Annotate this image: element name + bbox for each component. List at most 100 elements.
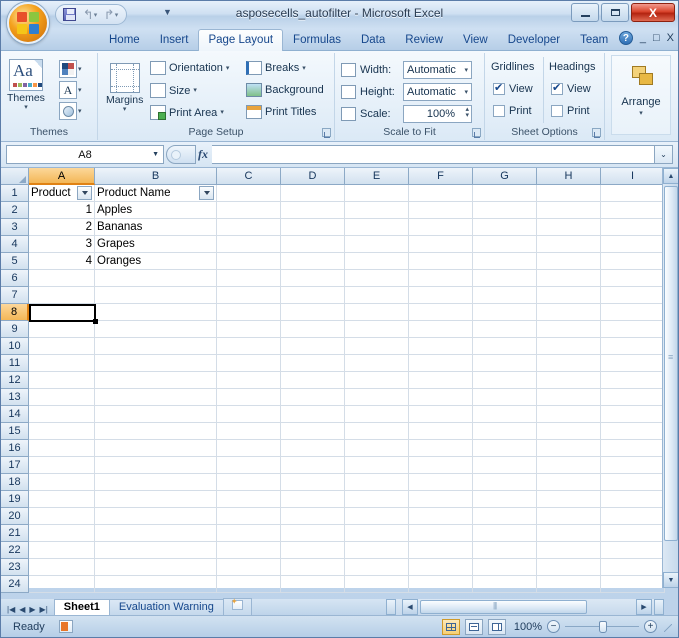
row-header-17[interactable]: 17	[1, 457, 29, 474]
row-header-13[interactable]: 13	[1, 389, 29, 406]
cell-C17[interactable]	[217, 457, 281, 474]
cell-B19[interactable]	[95, 491, 217, 508]
cell-C21[interactable]	[217, 525, 281, 542]
theme-effects-button[interactable]: ▾	[59, 102, 82, 120]
help-icon[interactable]: ?	[618, 31, 633, 45]
cell-I18[interactable]	[601, 474, 665, 491]
scale-to-fit-dialog-launcher[interactable]	[472, 128, 481, 138]
cell-B16[interactable]	[95, 440, 217, 457]
cell-I19[interactable]	[601, 491, 665, 508]
cell-G7[interactable]	[473, 287, 537, 304]
cell-D8[interactable]	[281, 304, 345, 321]
cell-E21[interactable]	[345, 525, 409, 542]
cell-B17[interactable]	[95, 457, 217, 474]
cell-G11[interactable]	[473, 355, 537, 372]
cell-B11[interactable]	[95, 355, 217, 372]
expand-formula-bar-button[interactable]: ⌄	[655, 145, 673, 164]
cell-F10[interactable]	[409, 338, 473, 355]
cell-A19[interactable]	[29, 491, 95, 508]
cell-G9[interactable]	[473, 321, 537, 338]
cell-G17[interactable]	[473, 457, 537, 474]
cell-D4[interactable]	[281, 236, 345, 253]
cell-I1[interactable]	[601, 185, 665, 202]
print-titles-button[interactable]: Print Titles	[246, 105, 316, 119]
cell-G6[interactable]	[473, 270, 537, 287]
page-setup-dialog-launcher[interactable]	[322, 128, 331, 138]
chevron-down-icon[interactable]: ▼	[152, 151, 159, 158]
cell-D3[interactable]	[281, 219, 345, 236]
row-header-8[interactable]: 8	[1, 304, 29, 321]
row-header-7[interactable]: 7	[1, 287, 29, 304]
office-orb-button[interactable]	[7, 2, 49, 44]
cell-C7[interactable]	[217, 287, 281, 304]
headings-view-checkbox[interactable]: View	[551, 81, 591, 95]
ribbon-restore-button[interactable]: □	[653, 32, 660, 44]
tab-view[interactable]: View	[453, 29, 498, 51]
cell-H20[interactable]	[537, 508, 601, 525]
cell-E7[interactable]	[345, 287, 409, 304]
row-header-20[interactable]: 20	[1, 508, 29, 525]
cell-F2[interactable]	[409, 202, 473, 219]
cell-E12[interactable]	[345, 372, 409, 389]
headings-print-checkbox[interactable]: Print	[551, 105, 590, 117]
tab-insert[interactable]: Insert	[150, 29, 199, 51]
theme-colors-button[interactable]: ▾	[59, 60, 82, 78]
name-box[interactable]: A8 ▼	[6, 145, 164, 164]
tab-review[interactable]: Review	[395, 29, 453, 51]
cell-A11[interactable]	[29, 355, 95, 372]
orientation-button[interactable]: Orientation ▾	[150, 61, 229, 75]
ribbon-close-button[interactable]: X	[667, 32, 674, 44]
cell-D16[interactable]	[281, 440, 345, 457]
cell-B21[interactable]	[95, 525, 217, 542]
cell-E16[interactable]	[345, 440, 409, 457]
sheet-tab-sheet1[interactable]: Sheet1	[53, 599, 110, 615]
tab-formulas[interactable]: Formulas	[283, 29, 351, 51]
scroll-up-button[interactable]: ▲	[663, 168, 678, 184]
cell-D7[interactable]	[281, 287, 345, 304]
row-header-4[interactable]: 4	[1, 236, 29, 253]
cell-G16[interactable]	[473, 440, 537, 457]
scale-spinner[interactable]: 100% ▴ ▾	[403, 105, 472, 123]
cell-B8[interactable]	[95, 304, 217, 321]
cell-A20[interactable]	[29, 508, 95, 525]
cell-G24[interactable]	[473, 576, 537, 593]
cell-A5[interactable]: 4	[29, 253, 95, 270]
cell-D14[interactable]	[281, 406, 345, 423]
maximize-button[interactable]	[601, 3, 629, 22]
cell-E22[interactable]	[345, 542, 409, 559]
cell-C15[interactable]	[217, 423, 281, 440]
cell-D6[interactable]	[281, 270, 345, 287]
zoom-in-button[interactable]: +	[644, 620, 657, 633]
cell-B5[interactable]: Oranges	[95, 253, 217, 270]
cell-D23[interactable]	[281, 559, 345, 576]
autofilter-dropdown-A1[interactable]	[77, 186, 92, 200]
cell-E20[interactable]	[345, 508, 409, 525]
first-sheet-button[interactable]: |◀	[7, 605, 15, 614]
next-sheet-button[interactable]: ▶	[29, 605, 35, 614]
horizontal-scrollbar[interactable]: ◀ ▶	[386, 599, 664, 615]
cell-H12[interactable]	[537, 372, 601, 389]
cell-C16[interactable]	[217, 440, 281, 457]
cell-F16[interactable]	[409, 440, 473, 457]
cell-H10[interactable]	[537, 338, 601, 355]
view-page-layout-button[interactable]	[465, 618, 483, 635]
cell-I7[interactable]	[601, 287, 665, 304]
cell-E18[interactable]	[345, 474, 409, 491]
cell-H5[interactable]	[537, 253, 601, 270]
cell-E6[interactable]	[345, 270, 409, 287]
scroll-left-button[interactable]: ◀	[402, 599, 418, 615]
autofilter-dropdown-B1[interactable]	[199, 186, 214, 200]
cell-D19[interactable]	[281, 491, 345, 508]
cell-G13[interactable]	[473, 389, 537, 406]
cell-A18[interactable]	[29, 474, 95, 491]
cell-G20[interactable]	[473, 508, 537, 525]
horizontal-split-handle[interactable]	[654, 599, 664, 615]
cell-I6[interactable]	[601, 270, 665, 287]
cell-C3[interactable]	[217, 219, 281, 236]
cell-C5[interactable]	[217, 253, 281, 270]
scroll-right-button[interactable]: ▶	[636, 599, 652, 615]
row-header-19[interactable]: 19	[1, 491, 29, 508]
cell-E19[interactable]	[345, 491, 409, 508]
cell-H18[interactable]	[537, 474, 601, 491]
cell-F24[interactable]	[409, 576, 473, 593]
